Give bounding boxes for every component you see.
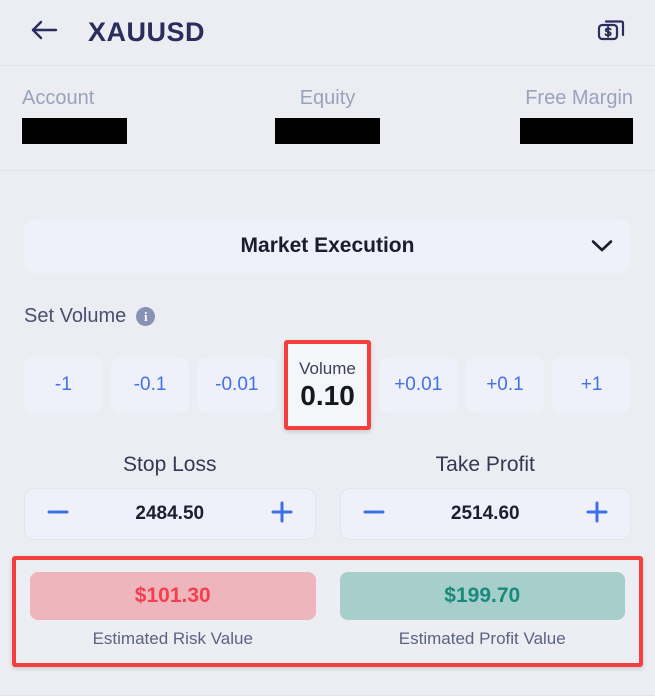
- execution-type-value: Market Execution: [240, 234, 415, 257]
- stop-loss-stepper: 2484.50: [24, 488, 316, 540]
- take-profit-plus-button[interactable]: [580, 497, 614, 531]
- take-profit-label: Take Profit: [435, 453, 535, 476]
- estimates-highlight-box: $101.30 Estimated Risk Value $199.70 Est…: [12, 556, 643, 667]
- volume-decrement-0.1[interactable]: -0.1: [110, 357, 190, 413]
- free-margin-value-redacted: [520, 118, 634, 144]
- equity-label: Equity: [299, 87, 356, 109]
- volume-increment-0.1[interactable]: +0.1: [465, 357, 545, 413]
- chevron-down-icon: [591, 239, 613, 253]
- volume-display-value: 0.10: [300, 379, 355, 411]
- arrow-left-icon: [30, 18, 58, 47]
- page-title: XAUUSD: [88, 17, 206, 47]
- stop-loss-group: Stop Loss 2484.50: [24, 452, 316, 540]
- take-profit-minus-button[interactable]: [357, 497, 391, 531]
- estimated-risk-value[interactable]: $101.30: [30, 572, 316, 620]
- account-label: Account: [22, 87, 95, 109]
- account-cell-free-margin: Free Margin: [429, 86, 634, 144]
- execution-type-dropdown[interactable]: Market Execution: [24, 219, 631, 273]
- stop-loss-plus-button[interactable]: [265, 497, 299, 531]
- estimated-risk-caption: Estimated Risk Value: [92, 629, 253, 648]
- minus-icon: [361, 499, 387, 530]
- volume-increment-0.01[interactable]: +0.01: [378, 357, 458, 413]
- plus-icon: [584, 499, 610, 530]
- sl-tp-row: Stop Loss 2484.50 Take Profit 2514.60: [24, 452, 631, 540]
- trade-screen: XAUUSD Account Equity Free Margin Market…: [0, 0, 655, 696]
- free-margin-label: Free Margin: [525, 87, 634, 109]
- account-funds-button[interactable]: [589, 11, 633, 55]
- take-profit-stepper: 2514.60: [339, 488, 631, 540]
- trade-panel: Market Execution Set Volume i -1 -0.1 -0…: [0, 219, 655, 667]
- volume-decrement-0.01[interactable]: -0.01: [197, 357, 277, 413]
- app-header: XAUUSD: [0, 0, 655, 66]
- volume-stepper-row: -1 -0.1 -0.01 Volume 0.10 +0.01 +0.1 +1: [24, 340, 632, 430]
- estimated-risk-group: $101.30 Estimated Risk Value: [30, 572, 316, 649]
- account-summary: Account Equity Free Margin: [0, 66, 655, 171]
- estimated-profit-group: $199.70 Estimated Profit Value: [339, 572, 625, 649]
- take-profit-group: Take Profit 2514.60: [339, 452, 631, 540]
- account-cell-equity: Equity: [226, 86, 430, 144]
- money-bills-icon: [595, 14, 627, 51]
- plus-icon: [269, 499, 295, 530]
- equity-value-redacted: [275, 118, 380, 144]
- estimated-profit-caption: Estimated Profit Value: [398, 629, 566, 648]
- stop-loss-value[interactable]: 2484.50: [75, 503, 265, 525]
- volume-increment-1[interactable]: +1: [552, 357, 632, 413]
- estimated-profit-value[interactable]: $199.70: [339, 572, 625, 620]
- stop-loss-minus-button[interactable]: [41, 497, 75, 531]
- stop-loss-label: Stop Loss: [123, 453, 217, 476]
- volume-display-label: Volume: [299, 358, 356, 378]
- account-value-redacted: [22, 118, 127, 144]
- info-icon[interactable]: i: [136, 307, 156, 326]
- take-profit-value[interactable]: 2514.60: [391, 503, 581, 525]
- account-cell-account: Account: [22, 86, 226, 144]
- volume-display[interactable]: Volume 0.10: [284, 340, 371, 430]
- minus-icon: [45, 499, 71, 530]
- set-volume-header: Set Volume i: [24, 305, 631, 328]
- volume-decrement-1[interactable]: -1: [24, 357, 103, 413]
- back-button[interactable]: [22, 11, 66, 55]
- set-volume-label: Set Volume: [24, 305, 127, 327]
- estimates-row: $101.30 Estimated Risk Value $199.70 Est…: [30, 572, 625, 649]
